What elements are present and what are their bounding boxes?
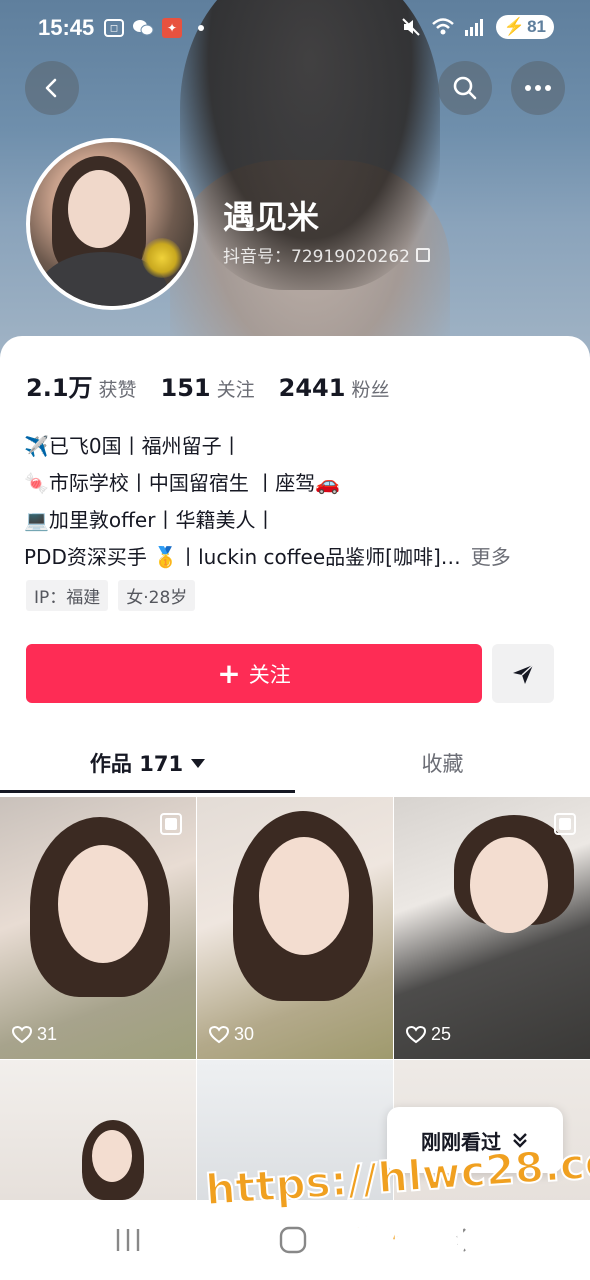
wifi-icon: [432, 16, 454, 38]
screenshot-icon: ◻: [104, 19, 124, 37]
stat-followers[interactable]: 2441 粉丝: [279, 374, 390, 402]
home-button[interactable]: [273, 1222, 313, 1258]
tab-favorites[interactable]: 收藏: [295, 734, 590, 792]
like-count-value: 31: [37, 1024, 58, 1044]
recently-viewed-button[interactable]: 刚刚看过: [387, 1107, 563, 1173]
search-button[interactable]: [438, 61, 492, 115]
profile-username: 遇见米: [223, 198, 320, 236]
tab-works-label: 作品 171: [89, 752, 184, 776]
multi-image-icon: [160, 813, 182, 835]
chevron-double-down-icon: [513, 1133, 527, 1148]
active-tab-indicator: [0, 790, 295, 793]
follow-button-label: 关注: [248, 662, 291, 687]
search-icon: [453, 76, 477, 100]
recent-apps-icon: [116, 1229, 140, 1251]
bio-line-1: ✈️已飞0国丨福州留子丨: [24, 434, 242, 458]
recently-viewed-label: 刚刚看过: [421, 1129, 501, 1154]
bio-line-4: PDD资深买手 🥇丨luckin coffee品鉴师[咖啡]… 更多: [24, 539, 569, 576]
bio-line-2: 🍬市际学校丨中国留宿生 丨座驾🚗: [24, 471, 341, 495]
grid-item[interactable]: 25: [394, 797, 590, 1059]
stat-followers-number: 2441: [278, 374, 346, 402]
bio-line-3: 💻加里敦offer丨华籍美人丨: [24, 508, 276, 532]
content-tabs: 作品 171 收藏: [0, 734, 590, 796]
send-icon: [513, 663, 534, 684]
grid-item[interactable]: 30: [197, 797, 393, 1059]
like-count: 30: [209, 1024, 254, 1045]
multi-image-icon: [554, 813, 576, 835]
back-button[interactable]: [25, 61, 79, 115]
battery-indicator: ⚡ 81: [495, 15, 554, 39]
ip-location-tag: IP：福建: [26, 580, 109, 611]
more-button[interactable]: [511, 61, 565, 115]
tab-favorites-label: 收藏: [421, 752, 464, 776]
mute-icon: [400, 16, 422, 38]
stat-likes-label: 获赞: [98, 379, 137, 401]
copy-icon[interactable]: [415, 247, 430, 262]
plus-icon: +: [217, 656, 241, 690]
profile-stats: 2.1万 获赞 151 关注 2441 粉丝: [26, 368, 389, 403]
battery-charging-icon: ⚡: [503, 17, 526, 36]
home-icon: [279, 1226, 307, 1254]
heart-icon: [406, 1025, 426, 1043]
back-arrow-icon: [45, 78, 57, 98]
stat-following-label: 关注: [216, 379, 255, 401]
profile-bio[interactable]: ✈️已飞0国丨福州留子丨 🍬市际学校丨中国留宿生 丨座驾🚗 💻加里敦offer丨…: [24, 428, 569, 576]
douyin-id[interactable]: 抖音号：72919020262: [223, 242, 430, 267]
bio-line-4-text: PDD资深买手 🥇丨luckin coffee品鉴师[咖啡]…: [24, 545, 461, 569]
avatar-face: [68, 170, 130, 248]
chevron-left-icon: [453, 1228, 466, 1252]
status-time: 15:45: [38, 15, 95, 40]
signal-icon: [464, 16, 486, 38]
caret-down-icon: [191, 758, 206, 768]
stat-likes-number: 2.1万: [26, 374, 93, 402]
status-bar: 15:45 ◻ ✦ ⚡ 81: [0, 0, 590, 56]
stat-following-number: 151: [160, 374, 211, 402]
gender-age-tag: 女·28岁: [118, 580, 196, 611]
app-notification-icon: ✦: [162, 18, 182, 38]
message-button[interactable]: [492, 644, 554, 703]
battery-level: 81: [527, 17, 546, 36]
bio-more-link[interactable]: 更多: [471, 539, 511, 576]
system-nav-bar: [0, 1200, 590, 1280]
heart-icon: [209, 1025, 229, 1043]
status-notification-icons: ◻ ✦: [104, 17, 204, 39]
stat-following[interactable]: 151 关注: [161, 374, 255, 402]
douyin-id-text: 抖音号：72919020262: [223, 247, 410, 267]
more-notifications-dot: [198, 25, 204, 31]
profile-tags: IP：福建 女·28岁: [26, 580, 196, 611]
like-count: 31: [12, 1024, 57, 1045]
wechat-icon: [132, 17, 154, 39]
follow-button[interactable]: + 关注: [26, 644, 482, 703]
tab-works[interactable]: 作品 171: [0, 734, 295, 792]
heart-icon: [12, 1025, 32, 1043]
avatar-flowers: [142, 238, 182, 278]
recent-apps-button[interactable]: [108, 1222, 148, 1258]
stat-likes[interactable]: 2.1万 获赞: [26, 368, 137, 403]
like-count-value: 25: [431, 1024, 452, 1044]
status-system-icons: ⚡ 81: [400, 15, 554, 39]
like-count-value: 30: [234, 1024, 255, 1044]
grid-item[interactable]: 31: [0, 797, 196, 1059]
more-icon: [525, 85, 551, 91]
system-back-button[interactable]: [440, 1222, 480, 1258]
stat-followers-label: 粉丝: [351, 379, 390, 401]
avatar[interactable]: [26, 138, 198, 310]
like-count: 25: [406, 1024, 451, 1045]
